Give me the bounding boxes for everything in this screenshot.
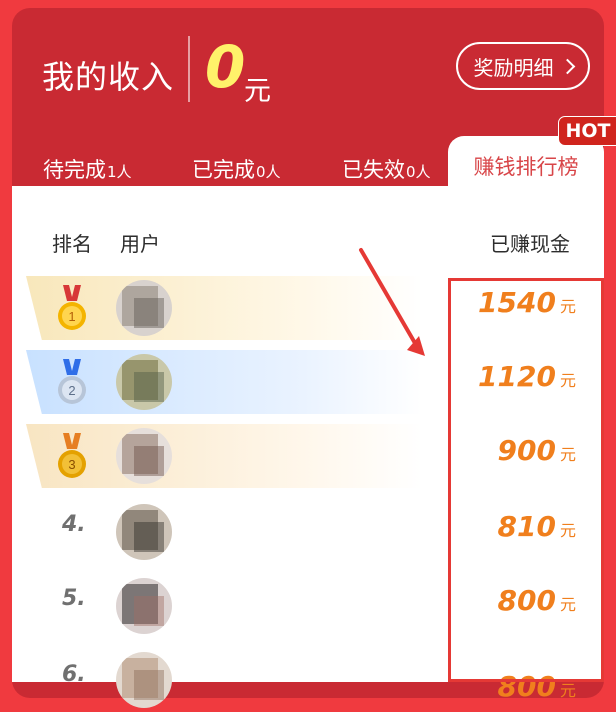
chevron-right-icon: [559, 58, 575, 74]
rank-number: 5.: [62, 586, 86, 611]
earned-cash-column-header: 已赚现金: [490, 232, 570, 256]
rank-column-header: 排名: [52, 232, 92, 256]
tab-expired-label: 已失效: [342, 158, 405, 182]
highlight-box: [448, 278, 604, 682]
tab-leaderboard-label: 赚钱排行榜: [473, 155, 579, 179]
rank-number: 6.: [62, 662, 86, 687]
user-column-header: 用户: [120, 232, 160, 256]
income-value: 0: [205, 33, 246, 101]
avatar: [116, 428, 172, 484]
rank-3-label: 3: [68, 457, 75, 472]
tab-completed[interactable]: 已完成0人: [192, 154, 281, 184]
avatar: [116, 652, 172, 708]
tab-completed-count: 0人: [256, 163, 281, 181]
silver-medal-icon: 2: [58, 359, 86, 404]
gold-medal-icon: 1: [58, 285, 86, 330]
hot-badge: HOT: [558, 116, 616, 146]
reward-details-button[interactable]: 奖励明细: [456, 42, 590, 90]
tab-expired-count: 0人: [406, 163, 431, 181]
page-title: 我的收入: [42, 58, 175, 96]
tab-pending-count: 1人: [107, 163, 132, 181]
avatar: [116, 504, 172, 560]
rank-2-label: 2: [68, 383, 75, 398]
reward-details-label: 奖励明细: [473, 55, 554, 80]
avatar: [116, 578, 172, 634]
rank-1-label: 1: [68, 309, 75, 324]
annotation-arrow-icon: [359, 248, 425, 356]
tab-pending[interactable]: 待完成1人: [43, 154, 132, 184]
income-unit: 元: [244, 76, 271, 107]
bronze-medal-icon: 3: [58, 433, 86, 478]
avatar: [116, 280, 172, 336]
tab-completed-label: 已完成: [192, 158, 255, 182]
earned-amount-unit: 元: [559, 681, 576, 700]
avatar: [116, 354, 172, 410]
rank-number: 4.: [62, 512, 86, 537]
tab-expired[interactable]: 已失效0人: [342, 154, 431, 184]
tab-pending-label: 待完成: [43, 158, 106, 182]
header-divider: [188, 36, 190, 102]
